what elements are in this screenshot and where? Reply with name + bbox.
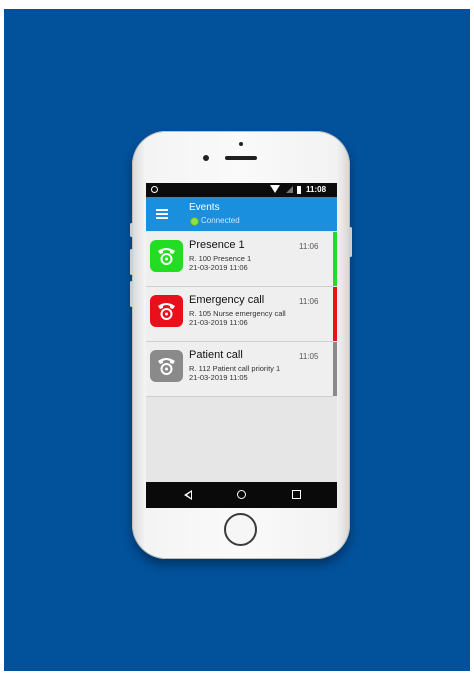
event-detail: R. 112 Patient call priority 1 21-03-201… (189, 364, 289, 382)
earpiece-speaker (225, 156, 257, 160)
event-time: 11:06 (299, 242, 319, 251)
home-icon[interactable] (237, 490, 246, 499)
event-date: 21-03-2019 11:06 (189, 262, 248, 272)
battery-icon (297, 186, 301, 194)
event-date: 21-03-2019 11:05 (189, 372, 248, 382)
phone-call-icon (150, 295, 183, 327)
volume-up-button (130, 249, 133, 275)
wifi-icon (270, 185, 280, 193)
event-time: 11:06 (299, 297, 319, 306)
phone-screen: 11:08 Events Connected Presence 1 11:06 … (146, 183, 337, 508)
connection-status: Connected (201, 216, 240, 225)
event-card[interactable]: Patient call 11:05 R. 112 Patient call p… (146, 342, 337, 397)
event-detail: R. 100 Presence 1 21-03-2019 11:06 (189, 254, 289, 272)
home-button[interactable] (224, 513, 257, 546)
proximity-sensor (239, 142, 243, 146)
phone-call-icon (150, 350, 183, 382)
status-time: 11:08 (306, 185, 327, 194)
event-name: Patient call (189, 349, 243, 361)
power-button (349, 227, 352, 257)
event-room: R. 105 Nurse emergency call 21-03-2019 1… (189, 309, 286, 327)
event-card[interactable]: Presence 1 11:06 R. 100 Presence 1 21-03… (146, 232, 337, 287)
phone-frame: 11:08 Events Connected Presence 1 11:06 … (130, 131, 352, 559)
notification-icon (151, 186, 158, 193)
signal-icon (286, 186, 293, 193)
front-camera (203, 155, 209, 161)
priority-bar (333, 342, 337, 396)
priority-bar (333, 287, 337, 341)
priority-bar (333, 232, 337, 286)
event-name: Presence 1 (189, 239, 245, 251)
android-nav-bar (146, 482, 337, 508)
connection-status-dot-icon (190, 217, 199, 226)
event-time: 11:05 (299, 352, 319, 361)
event-name: Emergency call (189, 294, 265, 306)
app-bar: Events Connected (146, 197, 337, 231)
page-title: Events (189, 202, 220, 213)
event-card[interactable]: Emergency call 11:06 R. 105 Nurse emerge… (146, 287, 337, 342)
mute-switch (130, 223, 133, 237)
hamburger-menu-icon[interactable] (156, 209, 168, 219)
phone-call-icon (150, 240, 183, 272)
status-bar: 11:08 (146, 183, 337, 197)
volume-down-button (130, 281, 133, 307)
event-detail: R. 105 Nurse emergency call 21-03-2019 1… (189, 309, 289, 327)
recent-apps-icon[interactable] (292, 490, 301, 499)
